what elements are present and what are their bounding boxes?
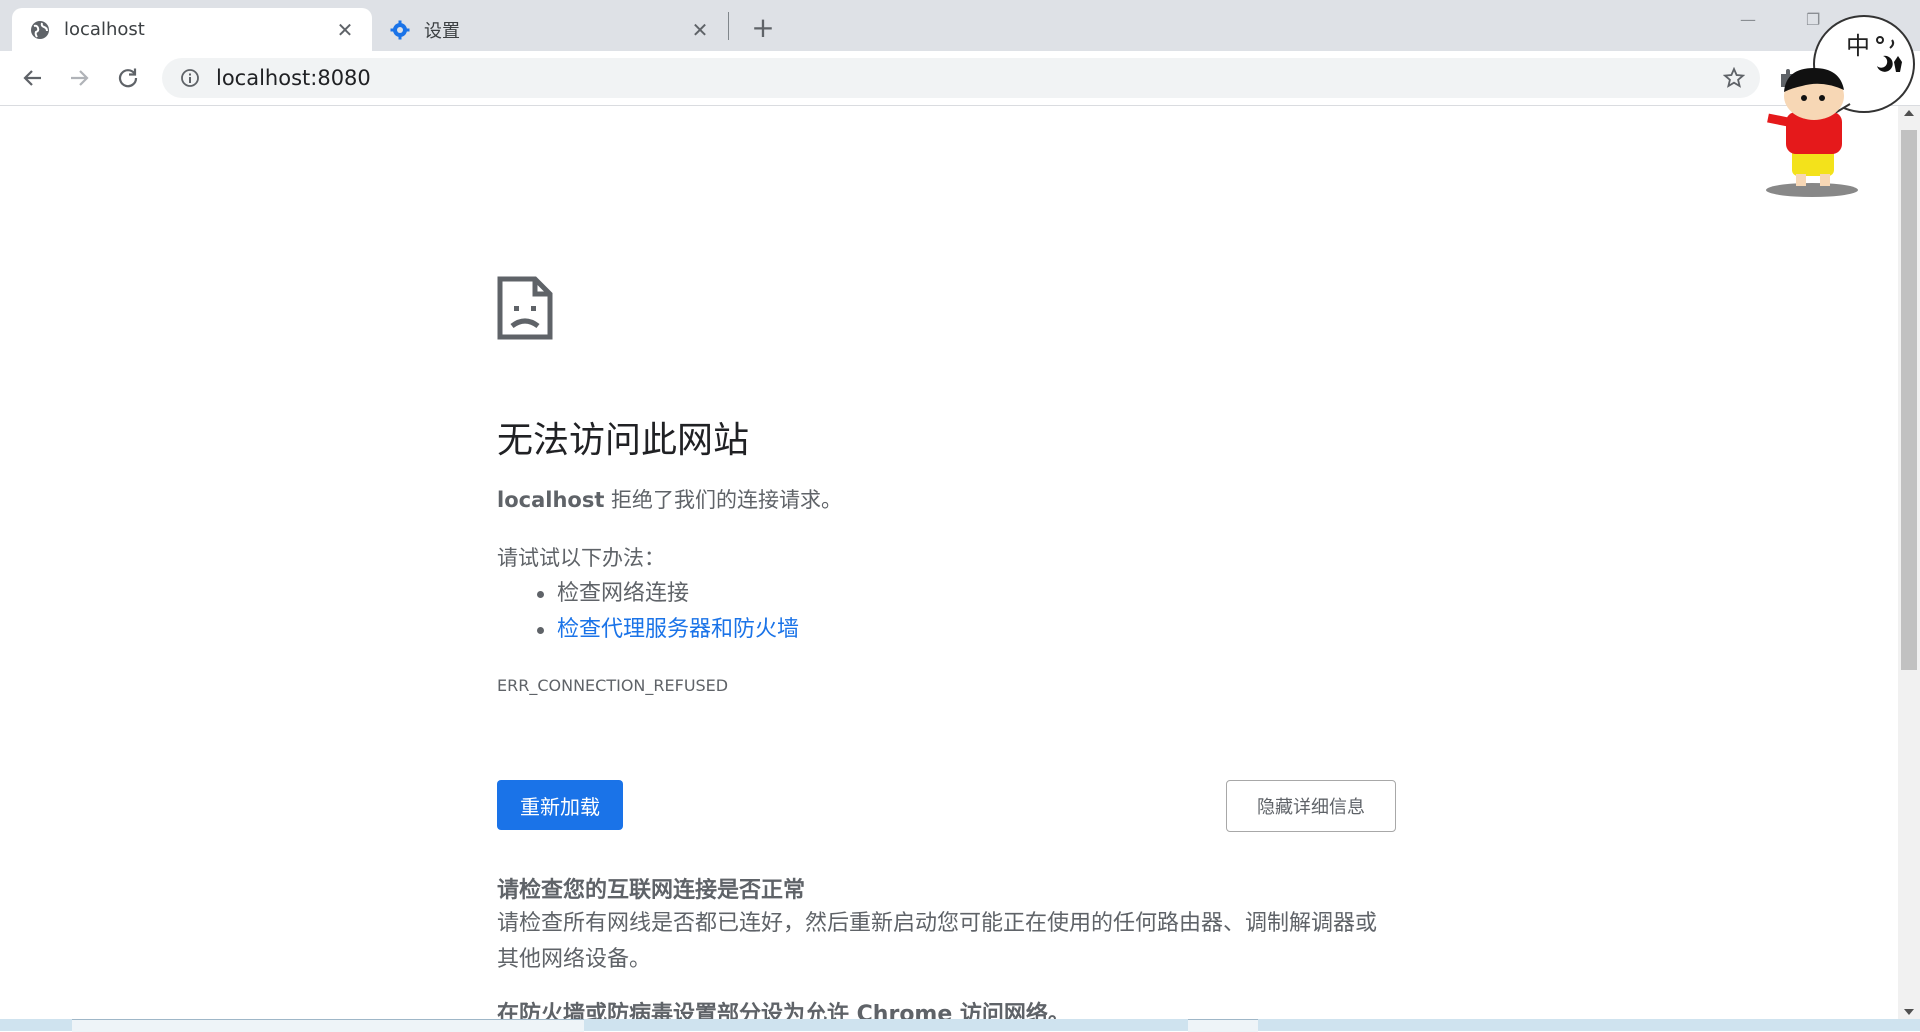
info-icon[interactable] [178, 66, 202, 90]
hide-details-button[interactable]: 隐藏详细信息 [1226, 780, 1396, 832]
reload-icon [118, 68, 138, 88]
gear-icon [390, 20, 410, 40]
scroll-down-icon[interactable] [1904, 1009, 1914, 1015]
scrollbar[interactable] [1898, 106, 1920, 1019]
close-icon[interactable]: ✕ [332, 17, 358, 43]
globe-icon [30, 20, 50, 40]
error-page: 无法访问此网站 localhost 拒绝了我们的连接请求。 请试试以下办法： 检… [0, 106, 1898, 1019]
refused-text: 拒绝了我们的连接请求。 [604, 488, 843, 512]
arrow-right-icon [71, 70, 89, 86]
details-section-title: 请检查您的互联网连接是否正常 [497, 878, 806, 903]
address-bar[interactable]: localhost:8080 [162, 58, 1760, 98]
error-code: ERR_CONNECTION_REFUSED [497, 676, 729, 695]
host-name: localhost [497, 488, 605, 512]
taskbar [0, 1019, 1920, 1032]
taskbar-item[interactable] [72, 1019, 584, 1032]
ime-mode-char: 中 [1846, 32, 1870, 60]
arrow-left-icon [23, 70, 41, 86]
tab-title: localhost [64, 19, 145, 40]
tab-localhost[interactable]: localhost ✕ [12, 8, 372, 51]
url-text: localhost:8080 [216, 66, 371, 90]
tab-settings[interactable]: 设置 ✕ [372, 8, 727, 51]
error-heading: 无法访问此网站 [497, 420, 750, 461]
star-icon[interactable] [1722, 66, 1746, 90]
tab-separator [728, 12, 729, 40]
details-section-title-firewall: 在防火墙或防病毒设置部分设为允许 Chrome 访问网络。 [497, 1002, 1070, 1019]
sad-page-icon [497, 276, 553, 344]
toolbar: localhost:8080 [0, 51, 1920, 106]
ime-mascot[interactable]: 中 [1752, 6, 1920, 206]
suggestion-check-network: 检查网络连接 [537, 576, 799, 612]
reload-page-button[interactable]: 重新加载 [497, 780, 623, 830]
close-icon[interactable]: ✕ [687, 17, 713, 43]
error-message: localhost 拒绝了我们的连接请求。 [497, 484, 842, 514]
reload-button[interactable] [111, 61, 145, 95]
back-button[interactable] [15, 61, 49, 95]
forward-button[interactable] [63, 61, 97, 95]
tab-strip: localhost ✕ 设置 ✕ + — ❐ [0, 0, 1920, 51]
scrollbar-thumb[interactable] [1901, 130, 1917, 670]
new-tab-button[interactable]: + [748, 11, 778, 44]
tab-title: 设置 [424, 20, 460, 42]
suggestion-check-proxy-link[interactable]: 检查代理服务器和防火墙 [537, 612, 799, 648]
taskbar-item[interactable] [1188, 1019, 1258, 1032]
details-section-body: 请检查所有网线是否都已连好，然后重新启动您可能正在使用的任何路由器、调制解调器或… [497, 911, 1378, 972]
suggestions-label: 请试试以下办法： [497, 546, 665, 570]
suggestions-list: 检查网络连接 检查代理服务器和防火墙 [537, 576, 799, 648]
